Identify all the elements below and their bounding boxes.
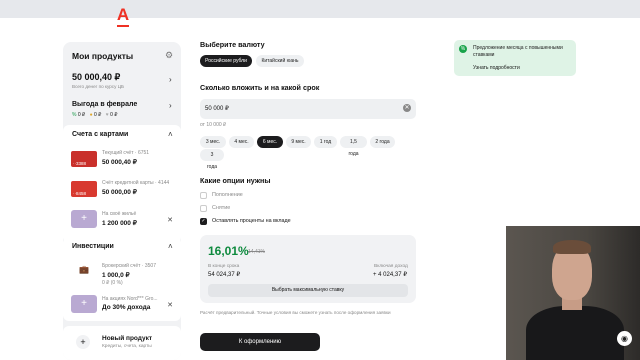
options-title: Какие опции нужны — [200, 176, 271, 185]
account-name: Счёт кредитной карты · 4144 — [102, 180, 170, 186]
sidebar: Мои продукты ⚙ 50 000,40 ₽ Всего денег п… — [63, 42, 181, 360]
term-option[interactable]: 2 года — [370, 136, 395, 148]
chevron-up-icon[interactable]: ˄ — [168, 130, 173, 139]
channel-logo-icon: ◉ — [617, 331, 632, 346]
benefit-row: % 0 ₽ ● 0 ₽ ♥ 0 ₽ — [72, 112, 117, 118]
new-product-subtitle: Кредиты, счета, карты — [102, 344, 152, 349]
webcam-person-shirt — [526, 306, 624, 360]
currency-title: Выберите валюту — [200, 40, 265, 49]
deposit-amount-input[interactable]: 50 000 ₽ ✕ — [200, 99, 416, 119]
promo-banner[interactable]: % Предложение месяца с повышенными ставк… — [454, 40, 576, 76]
checkbox[interactable] — [200, 205, 207, 212]
plus-icon: + — [71, 210, 97, 228]
benefit-value: 0 ₽ — [110, 112, 118, 118]
brokerage-value: 1 000,0 ₽ — [102, 272, 130, 279]
savings-goal-row[interactable]: + На своё жильё 1 200 000 ₽ ✕ — [63, 207, 181, 233]
interest-rate: 16,01% — [208, 244, 249, 258]
deposit-amount-value: 50 000 ₽ — [205, 106, 229, 112]
coin-icon: ● — [89, 112, 93, 118]
income-value: + 4 024,37 ₽ — [373, 272, 408, 278]
account-name: Текущий счёт · 6751 — [102, 150, 150, 156]
stocks-offer-value: До 30% дохода — [102, 304, 151, 311]
checkbox[interactable] — [200, 192, 207, 199]
option-label: Пополнение — [212, 192, 243, 198]
chevron-up-icon[interactable]: ˄ — [168, 242, 173, 251]
promo-text: Предложение месяца с повышенными ставкам… — [473, 45, 563, 58]
debit-card-image: ··3388 — [71, 151, 97, 167]
account-value: 50 000,00 ₽ — [102, 189, 137, 196]
goal-name: На своё жильё — [102, 211, 137, 217]
promo-link[interactable]: Узнать подробности — [473, 65, 520, 71]
webcam-person-hair — [553, 240, 591, 254]
old-interest-rate: 14,41% — [248, 249, 265, 255]
browser-top-bar — [0, 0, 640, 18]
term-option[interactable]: 3 года — [200, 149, 224, 170]
account-row[interactable]: ··8458 Счёт кредитной карты · 4144 50 00… — [63, 176, 181, 202]
goal-value: 1 200 000 ₽ — [102, 220, 137, 227]
total-balance-note: Всего денег по курсу ЦБ — [72, 84, 125, 89]
currency-option-cny[interactable]: Китайский юань — [256, 55, 304, 67]
term-option[interactable]: 4 мес. — [229, 136, 254, 148]
mouse-cursor: ➤ — [266, 143, 272, 150]
benefit-value: 0 ₽ — [77, 112, 86, 118]
investments-section-title[interactable]: Инвестиции — [72, 243, 114, 250]
chevron-right-icon[interactable]: › — [169, 101, 172, 110]
new-product-title: Новый продукт — [102, 335, 153, 342]
sidebar-title: Мои продукты — [72, 51, 134, 61]
new-product-panel[interactable]: + Новый продукт Кредиты, счета, карты — [63, 326, 181, 360]
income-label: Включая доход — [374, 264, 408, 269]
term-option[interactable]: 3 мес. — [200, 136, 226, 148]
end-of-term-value: 54 024,37 ₽ — [208, 272, 241, 278]
heart-icon: ♥ — [105, 112, 109, 118]
term-option[interactable]: 1,5 года — [340, 136, 367, 157]
close-icon[interactable]: ✕ — [167, 216, 173, 224]
chevron-right-icon[interactable]: › — [169, 75, 172, 84]
disclaimer-text: Расчёт предварительный. Точные условия в… — [200, 310, 391, 315]
brokerage-name: Брокерский счёт · 3507 — [102, 263, 156, 269]
amount-title: Сколько вложить и на какой срок — [200, 83, 320, 92]
cashback-icon: % — [72, 112, 77, 118]
plus-icon: + — [71, 295, 97, 313]
stocks-offer-name: На акциях Nord*** Gro... — [102, 296, 158, 302]
credit-card-image: ··8458 — [71, 181, 97, 197]
result-panel: 16,01% 14,41% В конце срока 54 024,37 ₽ … — [200, 235, 416, 303]
briefcase-icon: 💼 — [79, 265, 89, 274]
checkbox-checked[interactable]: ✓ — [200, 218, 207, 225]
cards-section-title[interactable]: Счета с картами — [72, 131, 128, 138]
webcam-overlay: ◉ — [506, 226, 640, 360]
account-row[interactable]: ··3388 Текущий счёт · 6751 50 000,40 ₽ — [63, 146, 181, 172]
brokerage-change: 0 ₽ (0 %) — [102, 280, 123, 286]
term-option[interactable]: 9 мес. — [286, 136, 311, 148]
option-label: Снятие — [212, 205, 231, 211]
cards-accounts-panel: Счета с картами ˄ ··3388 Текущий счёт · … — [63, 125, 181, 243]
percent-icon: % — [459, 45, 467, 53]
proceed-button[interactable]: К оформлению — [200, 333, 320, 351]
max-rate-button[interactable]: Выбрать максимальную ставку — [208, 284, 408, 297]
close-icon[interactable]: ✕ — [167, 301, 173, 309]
end-of-term-label: В конце срока — [208, 264, 240, 269]
option-label: Оставлять проценты на вкладе — [212, 218, 291, 224]
benefit-title[interactable]: Выгода в феврале — [72, 101, 137, 108]
investments-panel: Инвестиции ˄ 💼 Брокерский счёт · 3507 1 … — [63, 237, 181, 321]
total-balance: 50 000,40 ₽ — [72, 72, 121, 82]
gear-icon[interactable]: ⚙ — [165, 50, 173, 61]
benefit-value: 0 ₽ — [94, 112, 102, 118]
brokerage-row[interactable]: 💼 Брокерский счёт · 3507 1 000,0 ₽ 0 ₽ (… — [63, 259, 181, 289]
plus-icon: + — [76, 335, 90, 349]
currency-option-rub[interactable]: Российские рубли — [200, 55, 252, 67]
account-value: 50 000,40 ₽ — [102, 159, 137, 166]
alfa-logo[interactable]: А — [116, 6, 130, 27]
term-option[interactable]: 1 год — [314, 136, 337, 148]
stocks-offer-row[interactable]: + На акциях Nord*** Gro... До 30% дохода… — [63, 292, 181, 318]
amount-hint: от 10 000 ₽ — [200, 122, 227, 128]
clear-icon[interactable]: ✕ — [403, 104, 411, 112]
